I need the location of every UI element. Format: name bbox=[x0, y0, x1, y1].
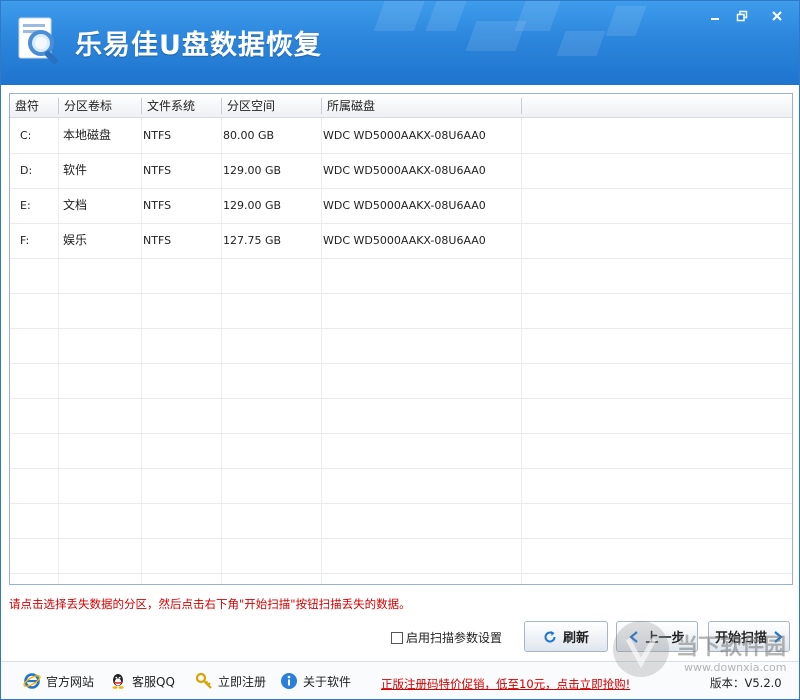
minimize-button[interactable] bbox=[701, 5, 729, 27]
app-logo-icon bbox=[15, 15, 65, 65]
register-label: 立即注册 bbox=[218, 674, 267, 689]
cell-drive: F: bbox=[20, 234, 30, 247]
cell-volume-label: 文档 bbox=[63, 198, 88, 212]
close-icon bbox=[772, 11, 782, 21]
scan-params-option[interactable]: 启用扫描参数设置 bbox=[391, 629, 502, 646]
cell-partition-size: 129.00 GB bbox=[223, 199, 282, 212]
minimize-icon bbox=[711, 18, 719, 20]
cell-disk: WDC WD5000AAKX-08U6AA0 bbox=[323, 199, 486, 212]
footer-bar: 官方网站 客服QQ 立即注册 关于软件 正版注册码特价促销，低至10元，点击立即… bbox=[1, 661, 799, 699]
about-software-link[interactable]: 关于软件 bbox=[280, 672, 351, 690]
qq-penguin-icon bbox=[112, 674, 124, 689]
app-window: 乐易佳U盘数据恢复 盘符 分区卷标 文件系统 分区空间 所属磁盘 C: 本地磁盘… bbox=[0, 0, 800, 700]
cell-file-system: NTFS bbox=[143, 164, 172, 177]
refresh-icon bbox=[544, 630, 556, 643]
cell-disk: WDC WD5000AAKX-08U6AA0 bbox=[323, 129, 486, 142]
cell-disk: WDC WD5000AAKX-08U6AA0 bbox=[323, 234, 486, 247]
header-drive[interactable]: 盘符 bbox=[10, 94, 58, 118]
customer-qq-label: 客服QQ bbox=[132, 674, 175, 689]
title-bar[interactable]: 乐易佳U盘数据恢复 bbox=[1, 1, 799, 85]
about-software-label: 关于软件 bbox=[303, 674, 352, 689]
header-volume-label[interactable]: 分区卷标 bbox=[59, 94, 141, 118]
arrow-left-icon bbox=[629, 630, 639, 643]
cell-volume-label: 软件 bbox=[63, 163, 88, 177]
cell-partition-size: 127.75 GB bbox=[223, 234, 282, 247]
app-title: 乐易佳U盘数据恢复 bbox=[75, 30, 322, 61]
cell-volume-label: 娱乐 bbox=[63, 233, 88, 247]
header-partition-size[interactable]: 分区空间 bbox=[222, 94, 322, 118]
customer-qq-link[interactable]: 客服QQ bbox=[109, 672, 175, 690]
partition-table[interactable]: 盘符 分区卷标 文件系统 分区空间 所属磁盘 C: 本地磁盘 NTFS 80.0… bbox=[9, 93, 793, 585]
instruction-hint: 请点击选择丢失数据的分区，然后点击右下角"开始扫描"按钮扫描丢失的数据。 bbox=[9, 597, 411, 611]
cell-partition-size: 129.00 GB bbox=[223, 164, 282, 177]
cell-drive: E: bbox=[20, 199, 31, 212]
promo-link[interactable]: 正版注册码特价促销，低至10元，点击立即抢购! bbox=[381, 676, 630, 692]
table-row[interactable]: E: 文档 NTFS 129.00 GB WDC WD5000AAKX-08U6… bbox=[10, 188, 792, 223]
start-scan-label: 开始扫描 bbox=[714, 631, 767, 646]
version-label: 版本： bbox=[710, 676, 745, 690]
refresh-label: 刷新 bbox=[562, 631, 589, 646]
official-website-link[interactable]: 官方网站 bbox=[23, 672, 94, 690]
register-link[interactable]: 立即注册 bbox=[195, 672, 266, 690]
info-icon bbox=[281, 673, 297, 689]
scan-params-label: 启用扫描参数设置 bbox=[406, 631, 503, 645]
cell-partition-size: 80.00 GB bbox=[223, 129, 275, 142]
prev-step-label: 上一步 bbox=[645, 631, 685, 646]
restore-button[interactable] bbox=[728, 5, 756, 27]
refresh-button[interactable]: 刷新 bbox=[524, 621, 608, 652]
cell-drive: C: bbox=[20, 129, 32, 142]
scan-params-checkbox[interactable] bbox=[391, 631, 403, 644]
arrow-right-icon bbox=[774, 630, 783, 643]
cell-drive: D: bbox=[20, 164, 33, 177]
table-row[interactable]: C: 本地磁盘 NTFS 80.00 GB WDC WD5000AAKX-08U… bbox=[10, 118, 792, 153]
table-row[interactable]: D: 软件 NTFS 129.00 GB WDC WD5000AAKX-08U6… bbox=[10, 153, 792, 188]
ie-browser-icon bbox=[23, 673, 41, 689]
table-row[interactable]: F: 娱乐 NTFS 127.75 GB WDC WD5000AAKX-08U6… bbox=[10, 223, 792, 258]
version-info: 版本：V5.2.0 bbox=[710, 675, 782, 691]
start-scan-button[interactable]: 开始扫描 bbox=[708, 621, 790, 652]
table-header: 盘符 分区卷标 文件系统 分区空间 所属磁盘 bbox=[10, 94, 792, 118]
cell-volume-label: 本地磁盘 bbox=[63, 128, 112, 142]
cell-disk: WDC WD5000AAKX-08U6AA0 bbox=[323, 164, 486, 177]
header-file-system[interactable]: 文件系统 bbox=[142, 94, 222, 118]
restore-icon bbox=[736, 10, 748, 22]
cell-file-system: NTFS bbox=[143, 234, 172, 247]
official-website-label: 官方网站 bbox=[46, 674, 95, 689]
key-icon bbox=[195, 672, 212, 689]
cell-file-system: NTFS bbox=[143, 199, 172, 212]
version-number: V5.2.0 bbox=[744, 676, 782, 690]
header-disk[interactable]: 所属磁盘 bbox=[322, 94, 520, 118]
cell-file-system: NTFS bbox=[143, 129, 172, 142]
close-button[interactable] bbox=[763, 5, 791, 27]
prev-step-button[interactable]: 上一步 bbox=[616, 621, 698, 652]
